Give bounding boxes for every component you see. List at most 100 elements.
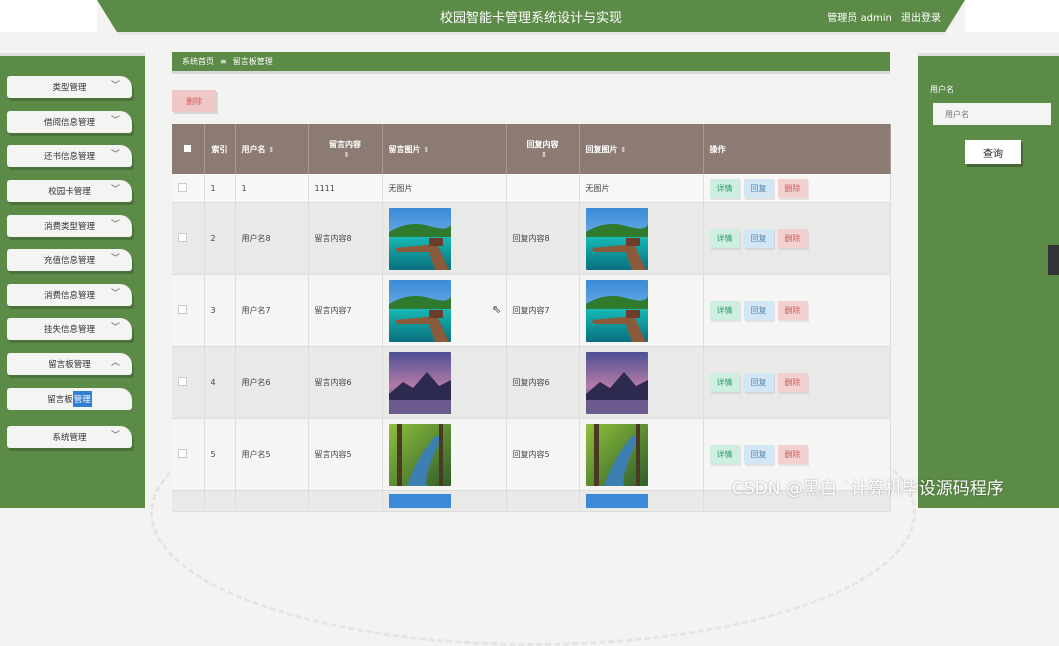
detail-button[interactable]: 详情 <box>709 229 740 248</box>
sidebar-item-label: 系统管理 <box>52 433 87 443</box>
cell-content: 留言内容5 <box>308 418 383 491</box>
mouse-cursor-icon: ⇖ <box>492 303 502 316</box>
header-username-label: 用户名 <box>241 144 266 154</box>
header-content[interactable]: 留言内容 ⇕ <box>308 124 383 174</box>
row-checkbox[interactable] <box>178 305 187 314</box>
reply-button[interactable]: 回复 <box>743 229 774 248</box>
cell-ops: 详情 回复 删除 <box>703 346 891 419</box>
cell-reply: 回复内容5 <box>506 418 580 491</box>
breadcrumb-separator: ≡ <box>220 57 227 66</box>
sidebar-item-label: 还书信息管理 <box>43 152 95 162</box>
reply-button[interactable]: 回复 <box>743 373 774 392</box>
cell-image <box>382 418 507 491</box>
pier-image[interactable] <box>388 207 451 270</box>
top-header: 校园智能卡管理系统设计与实现 管理员 admin 退出登录 <box>97 0 965 35</box>
cell-index: 4 <box>204 346 236 419</box>
detail-button[interactable]: 详情 <box>709 301 740 320</box>
scroll-handle[interactable] <box>1048 245 1059 275</box>
cell-username: 1 <box>235 174 309 203</box>
row-select-cell <box>172 174 205 203</box>
delete-button[interactable]: 删除 <box>777 373 808 392</box>
sidebar-item-label: 消费信息管理 <box>43 291 95 301</box>
header-content-label: 留言内容 <box>329 140 361 149</box>
pier-image[interactable] <box>585 279 648 342</box>
detail-button[interactable]: 详情 <box>709 373 740 392</box>
cell-username: 用户名8 <box>235 202 309 275</box>
breadcrumb-current: 留言板管理 <box>232 57 273 66</box>
row-select-cell <box>172 418 205 491</box>
cell-reply: 回复内容6 <box>506 346 580 419</box>
reply-button[interactable]: 回复 <box>743 301 774 320</box>
cell-content: 留言内容8 <box>308 202 383 275</box>
pier-image[interactable] <box>585 207 648 270</box>
sort-icon: ⇕ <box>423 145 430 154</box>
delete-button[interactable]: 删除 <box>777 301 808 320</box>
detail-button[interactable]: 详情 <box>709 178 740 198</box>
detail-button[interactable]: 详情 <box>709 445 740 464</box>
sidebar-subitem-message-manage[interactable]: 留言板 管理 <box>7 388 132 410</box>
row-checkbox[interactable] <box>178 377 187 386</box>
row-select-cell <box>172 274 205 347</box>
sidebar-item-return[interactable]: 还书信息管理 ﹀ <box>7 145 132 167</box>
sort-icon: ⇕ <box>541 151 547 159</box>
cell-index: 3 <box>204 274 236 347</box>
sidebar-item-type[interactable]: 类型管理 ﹀ <box>7 76 132 98</box>
cell-reply-image <box>579 346 704 419</box>
cell-content: 留言内容7 <box>308 274 383 347</box>
sidebar-item-lost[interactable]: 挂失信息管理 ﹀ <box>7 318 132 340</box>
row-checkbox[interactable] <box>178 449 187 458</box>
sidebar-item-borrow[interactable]: 借阅信息管理 ﹀ <box>7 111 132 133</box>
header-reply-image[interactable]: 回复图片 ⇕ <box>579 124 704 174</box>
sidebar-item-message[interactable]: 留言板管理 ︿ <box>7 353 132 375</box>
cell-reply-image: 无图片 <box>579 174 704 203</box>
chevron-up-icon: ︿ <box>110 358 120 368</box>
row-checkbox[interactable] <box>178 182 187 192</box>
cell-image <box>382 274 507 347</box>
sidebar-item-recharge[interactable]: 充值信息管理 ﹀ <box>7 249 132 271</box>
cell-username: 用户名7 <box>235 274 309 347</box>
select-all-header[interactable] <box>172 124 205 174</box>
sidebar-item-consume[interactable]: 消费信息管理 ﹀ <box>7 284 132 306</box>
header-image[interactable]: 留言图片 ⇕ <box>382 124 507 174</box>
search-input[interactable] <box>933 103 1051 125</box>
chevron-down-icon: ﹀ <box>110 81 120 91</box>
search-button[interactable]: 查询 <box>965 140 1021 164</box>
cell-index: 1 <box>204 174 236 203</box>
forest-image[interactable] <box>585 423 648 486</box>
row-checkbox[interactable] <box>178 233 187 242</box>
partial-image <box>388 494 451 508</box>
cell-reply: 回复内容8 <box>506 202 580 275</box>
sidebar-item-consume-type[interactable]: 消费类型管理 ﹀ <box>7 215 132 237</box>
cell-reply-image <box>579 418 704 491</box>
mountain-image[interactable] <box>388 351 451 414</box>
breadcrumb-home[interactable]: 系统首页 <box>182 56 214 67</box>
batch-delete-button[interactable]: 删除 <box>172 90 216 112</box>
table-row: 3 用户名7 留言内容7 回复内容7 详情 回复 删除 <box>172 274 891 347</box>
sidebar-item-system[interactable]: 系统管理 ﹀ <box>7 426 132 448</box>
cell-reply <box>506 174 580 203</box>
logout-link[interactable]: 退出登录 <box>901 13 941 24</box>
breadcrumb: 系统首页 ≡ 留言板管理 <box>172 52 890 74</box>
forest-image[interactable] <box>388 423 451 486</box>
mountain-image[interactable] <box>585 351 648 414</box>
header-username[interactable]: 用户名 ⇕ <box>235 124 309 174</box>
header-ops: 操作 <box>703 124 891 174</box>
pier-image[interactable] <box>388 279 451 342</box>
reply-button[interactable]: 回复 <box>743 178 774 198</box>
sidebar-item-card[interactable]: 校园卡管理 ﹀ <box>7 180 132 202</box>
delete-button[interactable]: 删除 <box>777 445 808 464</box>
message-table: 索引 用户名 ⇕ 留言内容 ⇕ 留言图片 ⇕ 回复内容 ⇕ 回复图片 ⇕ 操作 1 1 1… <box>172 124 891 512</box>
select-all-checkbox[interactable] <box>184 144 192 152</box>
sidebar-item-label: 留言板管理 <box>48 360 91 370</box>
header-reply[interactable]: 回复内容 ⇕ <box>506 124 580 174</box>
reply-button[interactable]: 回复 <box>743 445 774 464</box>
cell-index: 5 <box>204 418 236 491</box>
sort-icon: ⇕ <box>343 151 350 159</box>
cell-image: 无图片 <box>382 174 507 203</box>
delete-button[interactable]: 删除 <box>777 178 808 198</box>
chevron-down-icon: ﹀ <box>110 431 120 441</box>
top-right-blank <box>965 0 1059 32</box>
delete-button[interactable]: 删除 <box>777 229 808 248</box>
cell-ops: 详情 回复 删除 <box>703 274 891 347</box>
cell-ops: 详情 回复 删除 <box>703 202 891 275</box>
